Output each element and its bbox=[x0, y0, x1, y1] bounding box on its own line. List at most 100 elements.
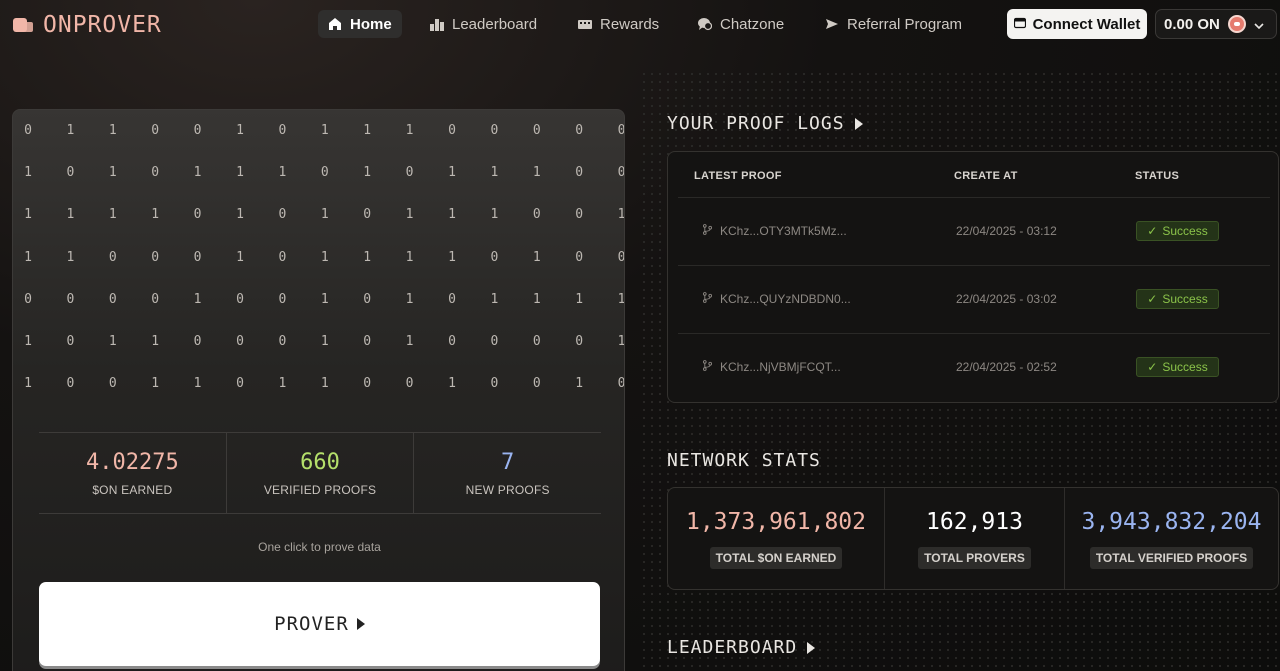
matrix-bit: 0 bbox=[448, 123, 456, 138]
matrix-bit: 0 bbox=[236, 376, 244, 392]
matrix-bit: 0 bbox=[320, 165, 329, 181]
matrix-bit: 0 bbox=[108, 376, 117, 392]
matrix-bit: 1 bbox=[151, 334, 160, 349]
matrix-bit: 1 bbox=[24, 249, 32, 265]
matrix-bit: 0 bbox=[405, 376, 414, 392]
logo-icon bbox=[13, 16, 35, 34]
stat-earned-label: $ON EARNED bbox=[92, 482, 173, 497]
matrix-bit: 1 bbox=[66, 207, 75, 223]
matrix-bit: 1 bbox=[405, 207, 414, 223]
nav-rewards[interactable]: Rewards bbox=[568, 10, 669, 38]
play-icon bbox=[854, 117, 863, 130]
play-icon bbox=[356, 618, 365, 630]
nav-rewards-label: Rewards bbox=[600, 15, 660, 33]
prover-panel: 0 1 1 0 0 1 0 1 1 1 0 0 0 0 0 1 0 1 0 1 1 1 0 1 0 1 1 1 0 0 1 1 1 1 0 1 0 1 0 1… bbox=[12, 109, 625, 671]
stat-verified: 660 VERIFIED PROOFS bbox=[225, 433, 414, 513]
matrix-bit: 1 bbox=[490, 165, 499, 181]
matrix-bit: 0 bbox=[448, 291, 456, 307]
matrix-bit: 1 bbox=[617, 207, 625, 223]
matrix-bit: 1 bbox=[24, 334, 32, 349]
logo[interactable]: ONPROVER bbox=[13, 12, 162, 38]
matrix-bit: 0 bbox=[490, 249, 499, 265]
matrix-bit: 1 bbox=[236, 249, 244, 265]
nav-home[interactable]: Home bbox=[318, 10, 402, 38]
wallet-icon bbox=[1013, 16, 1026, 33]
network-stats-title: NETWORK STATS bbox=[667, 450, 821, 471]
matrix-bit: 0 bbox=[66, 165, 75, 181]
matrix-bit: 0 bbox=[532, 123, 541, 138]
stat-new-value: 7 bbox=[501, 449, 515, 475]
status-badge: ✓ Success bbox=[1136, 289, 1219, 309]
matrix-bit: 0 bbox=[575, 123, 584, 138]
net-stat-provers-value: 162,913 bbox=[926, 508, 1023, 535]
matrix-bit: 0 bbox=[490, 376, 499, 392]
matrix-bit: 1 bbox=[236, 207, 244, 223]
matrix-bit: 0 bbox=[575, 207, 584, 223]
status-text: Success bbox=[1162, 292, 1208, 306]
matrix-bit: 0 bbox=[236, 334, 244, 349]
matrix-bit: 1 bbox=[448, 249, 456, 265]
nav-leaderboard[interactable]: Leaderboard bbox=[420, 10, 547, 38]
matrix-bit: 1 bbox=[405, 123, 414, 138]
proof-hash-text: KChz...OTY3MTk5Mz... bbox=[720, 224, 847, 238]
status-text: Success bbox=[1162, 224, 1208, 238]
referral-icon bbox=[825, 17, 839, 31]
nav-referral[interactable]: Referral Program bbox=[815, 10, 972, 38]
matrix-bit: 1 bbox=[532, 291, 541, 307]
matrix-bit: 0 bbox=[151, 165, 160, 181]
matrix-bit: 0 bbox=[236, 291, 244, 307]
matrix-bit: 0 bbox=[617, 376, 625, 392]
net-stat-verified-label: TOTAL VERIFIED PROOFS bbox=[1089, 546, 1254, 569]
balance-dropdown[interactable]: 0.00 ON bbox=[1155, 9, 1277, 39]
table-row[interactable]: KChz...QUYzNDBDN0... 22/04/2025 - 03:02 … bbox=[678, 265, 1270, 333]
proof-date: 22/04/2025 - 02:52 bbox=[956, 360, 1057, 374]
matrix-bit: 1 bbox=[108, 207, 117, 223]
matrix-bit: 1 bbox=[193, 291, 202, 307]
status-badge: ✓ Success bbox=[1136, 221, 1219, 241]
nav-chatzone[interactable]: Chatzone bbox=[688, 10, 794, 38]
prove-hint: One click to prove data bbox=[258, 540, 381, 554]
matrix-bit: 0 bbox=[617, 249, 625, 265]
stat-new-label: NEW PROOFS bbox=[465, 482, 550, 497]
matrix-bit: 1 bbox=[24, 165, 32, 181]
matrix-bit: 1 bbox=[236, 123, 244, 138]
matrix-bit: 0 bbox=[448, 334, 456, 349]
matrix-bit: 1 bbox=[108, 165, 117, 181]
leaderboard-title[interactable]: LEADERBOARD bbox=[667, 637, 816, 658]
matrix-bit: 0 bbox=[24, 123, 32, 138]
matrix-bit: 1 bbox=[405, 249, 414, 265]
prover-button[interactable]: PROVER bbox=[39, 582, 600, 666]
proof-hash: KChz...NjVBMjFCQT... bbox=[703, 360, 841, 374]
matrix-bit: 0 bbox=[278, 334, 287, 349]
col-status: STATUS bbox=[1135, 170, 1180, 182]
stat-new: 7 NEW PROOFS bbox=[413, 433, 601, 513]
matrix-bit: 1 bbox=[108, 334, 117, 349]
table-row[interactable]: KChz...NjVBMjFCQT... 22/04/2025 - 02:52 … bbox=[678, 333, 1270, 401]
check-icon: ✓ bbox=[1147, 292, 1158, 306]
binary-matrix: 0 1 1 0 0 1 0 1 1 1 0 0 0 0 0 1 0 1 0 1 1 1 0 1 0 1 1 1 0 0 1 1 1 1 0 1 0 1 0 1… bbox=[13, 110, 625, 410]
matrix-bit: 1 bbox=[24, 376, 32, 392]
status-text: Success bbox=[1162, 360, 1208, 374]
proof-date: 22/04/2025 - 03:12 bbox=[956, 224, 1057, 238]
check-icon: ✓ bbox=[1147, 360, 1158, 374]
matrix-bit: 1 bbox=[320, 334, 329, 349]
user-stats: 4.02275 $ON EARNED 660 VERIFIED PROOFS 7… bbox=[39, 432, 601, 514]
matrix-bit: 1 bbox=[490, 291, 499, 307]
net-stat-earned-value: 1,373,961,802 bbox=[685, 508, 866, 535]
logo-text: ONPROVER bbox=[43, 12, 162, 38]
matrix-bit: 0 bbox=[617, 123, 625, 138]
status-badge: ✓ Success bbox=[1136, 357, 1219, 377]
proof-hash: KChz...QUYzNDBDN0... bbox=[703, 292, 851, 306]
matrix-bit: 0 bbox=[363, 291, 372, 307]
balance-value: 0.00 ON bbox=[1164, 15, 1220, 33]
chat-icon bbox=[698, 17, 712, 31]
connect-wallet-button[interactable]: Connect Wallet bbox=[1007, 9, 1147, 39]
matrix-bit: 0 bbox=[24, 291, 32, 307]
matrix-bit: 1 bbox=[575, 291, 584, 307]
matrix-bit: 0 bbox=[151, 291, 160, 307]
matrix-bit: 0 bbox=[575, 334, 584, 349]
table-row[interactable]: KChz...OTY3MTk5Mz... 22/04/2025 - 03:12 … bbox=[678, 197, 1270, 265]
on-token-icon bbox=[1227, 15, 1246, 33]
proof-logs-title[interactable]: YOUR PROOF LOGS bbox=[667, 113, 863, 134]
matrix-bit: 0 bbox=[66, 334, 75, 349]
